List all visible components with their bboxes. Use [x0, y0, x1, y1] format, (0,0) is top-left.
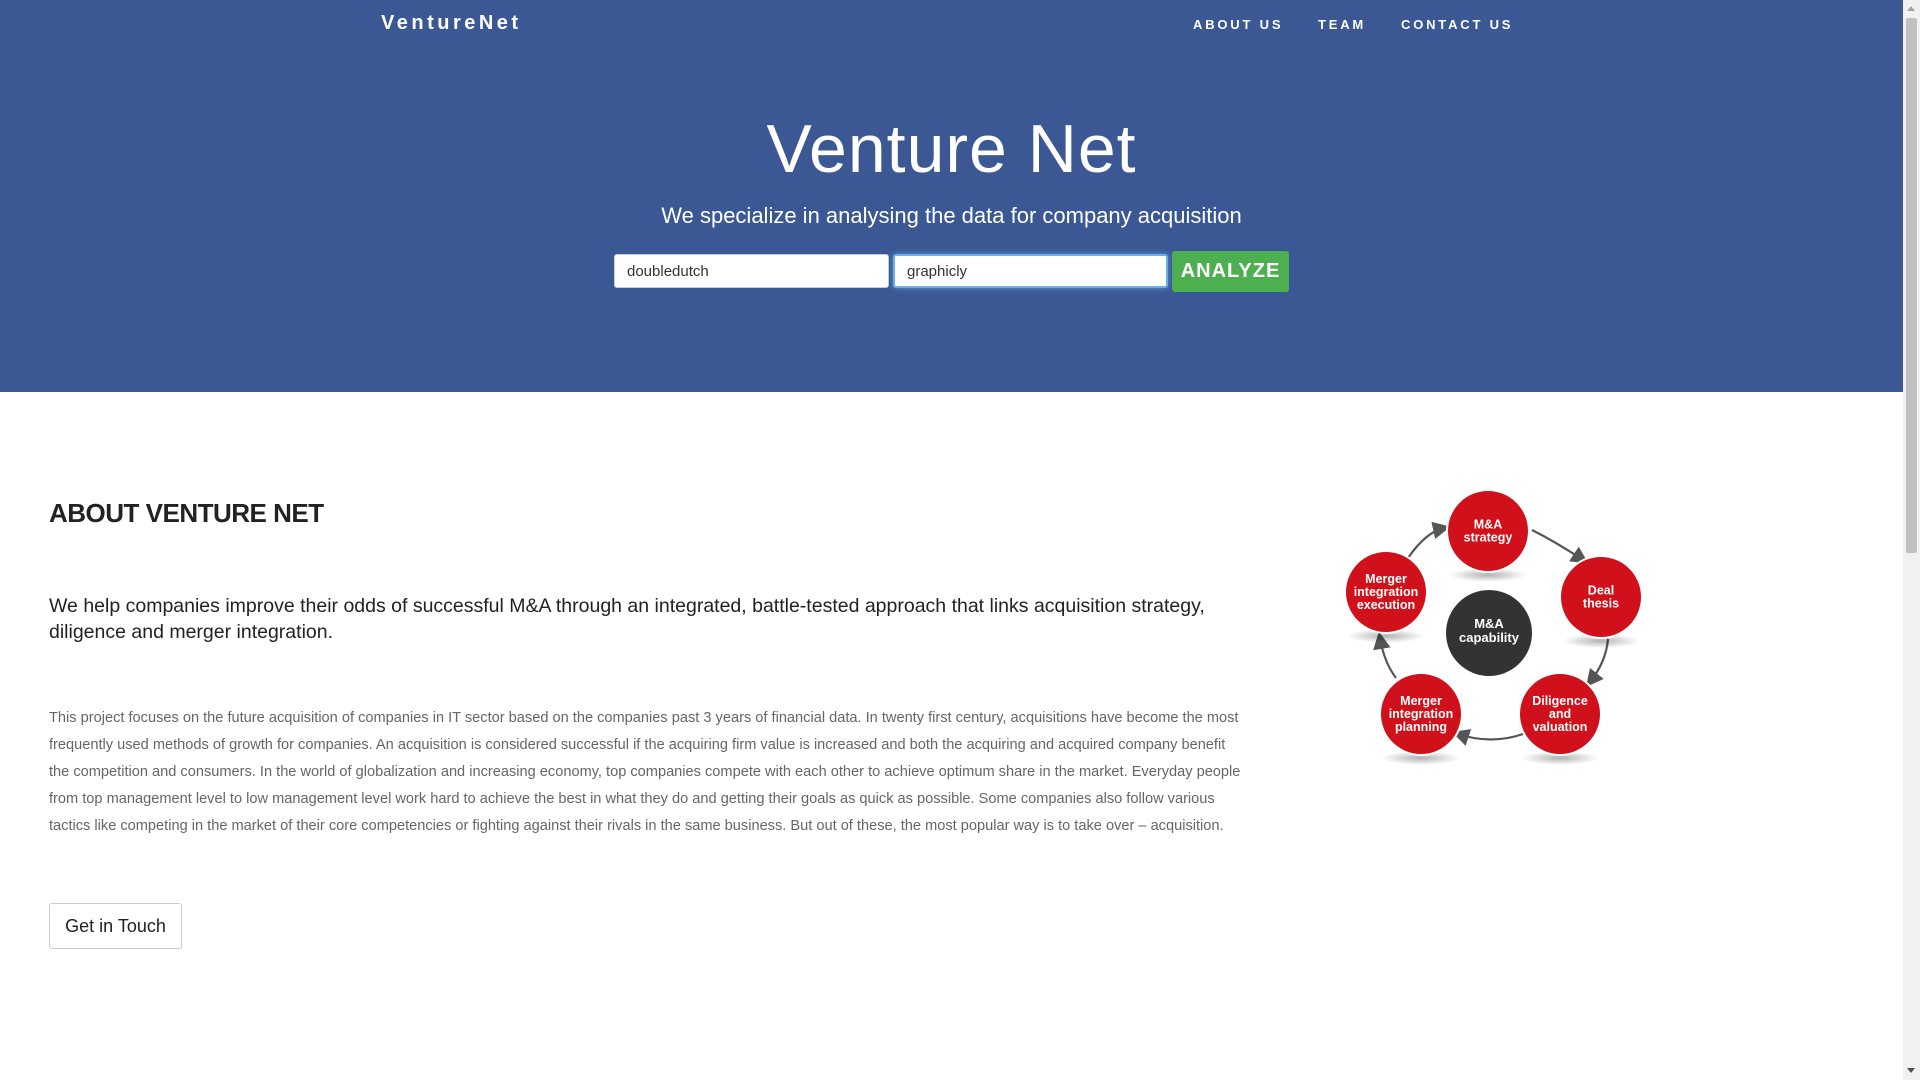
nav-link-contact-us[interactable]: CONTACT US — [1401, 17, 1513, 32]
cycle-arrow-5 — [1407, 521, 1451, 559]
cycle-step-label-line: integration — [1389, 707, 1454, 721]
cycle-step-label-line: M&A — [1474, 518, 1502, 532]
cycle-arrow-4 — [1373, 631, 1397, 679]
cycle-arrow-1 — [1531, 529, 1589, 564]
company-a-input[interactable] — [614, 254, 889, 288]
center-label-line-1: M&A — [1474, 616, 1504, 631]
cycle-step-2: Dealthesis — [1559, 555, 1643, 648]
company-b-input[interactable] — [893, 254, 1168, 288]
cycle-step-3: Diligenceandvaluation — [1518, 672, 1602, 765]
hero-subtitle: We specialize in analysing the data for … — [661, 203, 1242, 228]
top-nav: ABOUT US TEAM CONTACT US — [0, 17, 1903, 37]
cycle-arrow-3 — [1451, 729, 1524, 746]
ma-capability-cycle-diagram: M&AstrategyDealthesisDiligenceandvaluati… — [1344, 489, 1643, 765]
cycle-step-label-line: Merger — [1400, 694, 1442, 708]
cycle-step-label-line: Diligence — [1532, 694, 1588, 708]
about-lead-text: We help companies improve their odds of … — [49, 595, 1205, 643]
scrollbar-thumb[interactable] — [1906, 18, 1917, 553]
cycle-step-label-line: and — [1549, 707, 1571, 721]
cycle-step-label-line: execution — [1357, 598, 1415, 612]
analyze-button[interactable]: ANALYZE — [1172, 251, 1289, 292]
scroll-up-arrow-icon[interactable] — [1907, 6, 1915, 11]
cycle-step-label-line: planning — [1395, 720, 1447, 734]
about-heading: ABOUT VENTURE NET — [49, 498, 324, 528]
scroll-down-arrow-icon[interactable] — [1907, 1068, 1915, 1073]
cycle-step-label-line: Merger — [1365, 572, 1407, 586]
hero-title: Venture Net — [766, 111, 1137, 187]
cycle-step-1: M&Astrategy — [1446, 489, 1530, 582]
center-label-line-2: capability — [1459, 630, 1520, 645]
nav-link-about-us[interactable]: ABOUT US — [1193, 17, 1283, 32]
cycle-step-5: Mergerintegrationexecution — [1344, 550, 1428, 643]
vertical-scrollbar[interactable] — [1903, 0, 1920, 1080]
cycle-step-label-line: Deal — [1588, 584, 1614, 598]
center-node: M&A capability — [1444, 588, 1534, 678]
get-in-touch-button[interactable]: Get in Touch — [49, 903, 182, 949]
about-body-text: This project focuses on the future acqui… — [49, 710, 1241, 834]
cycle-step-label-line: valuation — [1533, 720, 1588, 734]
cycle-step-label-line: thesis — [1583, 597, 1619, 611]
nav-link-team[interactable]: TEAM — [1318, 17, 1366, 32]
hero-section: VentureNet ABOUT US TEAM CONTACT US Vent… — [0, 0, 1903, 392]
cycle-step-label-line: strategy — [1464, 531, 1513, 545]
cycle-step-4: Mergerintegrationplanning — [1379, 672, 1463, 765]
cycle-step-label-line: integration — [1354, 585, 1419, 599]
